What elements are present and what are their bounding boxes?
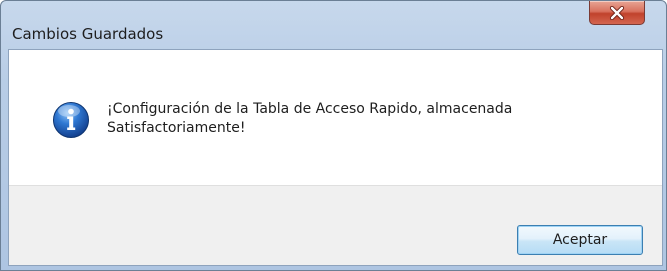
window-title: Cambios Guardados xyxy=(12,25,164,43)
message-text: ¡Configuración de la Tabla de Acceso Rap… xyxy=(107,101,513,136)
ok-button[interactable]: Aceptar xyxy=(517,225,643,255)
dialog-content: ¡Configuración de la Tabla de Acceso Rap… xyxy=(8,49,663,266)
message-area: ¡Configuración de la Tabla de Acceso Rap… xyxy=(9,50,662,185)
button-bar: Aceptar xyxy=(9,185,662,265)
close-icon xyxy=(609,5,625,20)
close-button[interactable] xyxy=(589,1,645,25)
info-icon xyxy=(52,101,90,139)
title-bar[interactable]: Cambios Guardados xyxy=(1,1,666,49)
dialog-window: Cambios Guardados ¡Configuración de la T… xyxy=(0,0,667,271)
